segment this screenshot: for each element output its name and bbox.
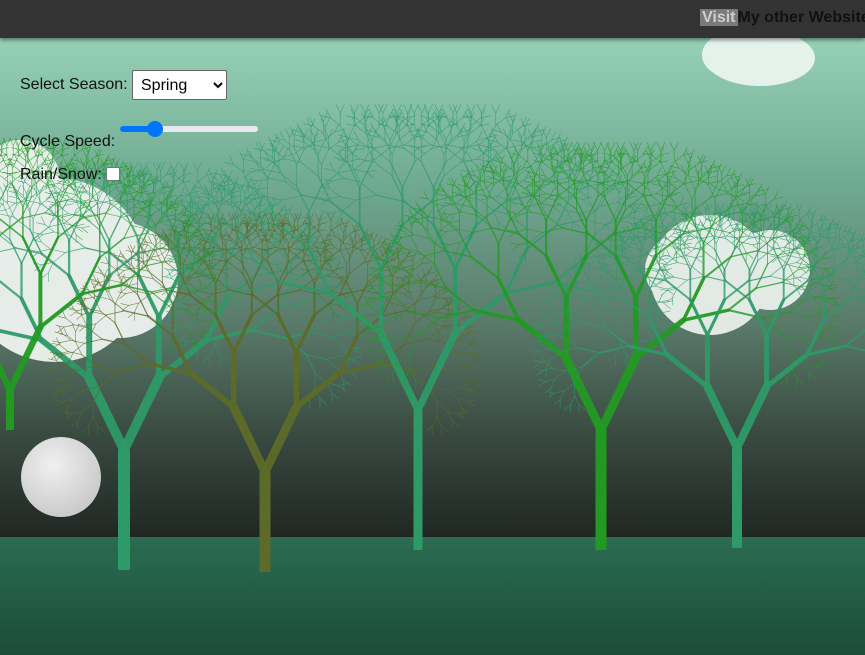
scene-root: Visit My other Website Select Season: Spr…	[0, 0, 865, 655]
forest-canvas	[0, 0, 865, 655]
moon	[21, 437, 101, 517]
